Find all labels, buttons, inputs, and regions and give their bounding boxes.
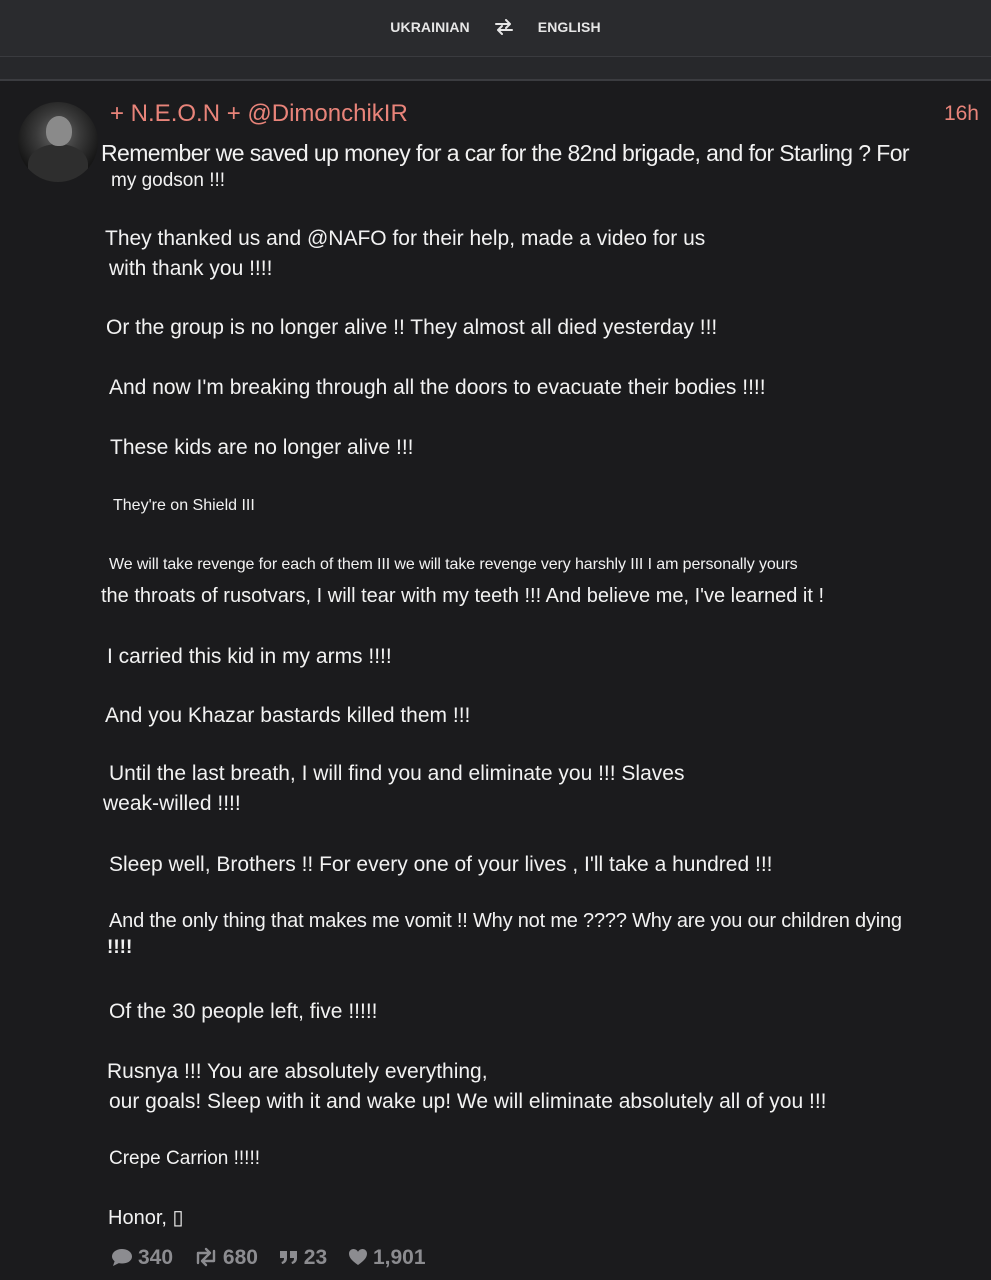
post-text-line: weak-willed !!!! — [103, 792, 241, 815]
author-name[interactable]: + N.E.O.N + @DimonchikIR — [110, 100, 408, 128]
post-text-line: Rusnya !!! You are absolutely everything… — [107, 1060, 488, 1083]
post-stats: 340 680 23 1,901 — [110, 1246, 440, 1270]
post-text-line: They thanked us and @NAFO for their help… — [105, 227, 706, 250]
target-language[interactable]: ENGLISH — [538, 19, 601, 35]
source-language[interactable]: UKRAINIAN — [390, 19, 469, 35]
comments-stat[interactable]: 340 — [110, 1246, 173, 1270]
divider-band — [0, 57, 991, 81]
post-text-line: And you Khazar bastards killed them !!! — [105, 704, 471, 727]
post-text-line: our goals! Sleep with it and wake up! We… — [109, 1090, 827, 1113]
post-text-line: Honor, ▯ — [108, 1207, 184, 1229]
comments-count: 340 — [138, 1246, 174, 1269]
quotes-count: 23 — [303, 1246, 328, 1269]
post-text-line: Until the last breath, I will find you a… — [109, 762, 685, 785]
repost-icon — [196, 1247, 216, 1267]
translation-bar: UKRAINIAN ENGLISH — [0, 0, 991, 57]
quote-icon — [279, 1251, 297, 1264]
post-text-line: These kids are no longer alive !!! — [110, 436, 414, 459]
post-text-line: !!!! — [107, 937, 133, 958]
post-text-line: I carried this kid in my arms !!!! — [107, 645, 392, 668]
post-text-line: Of the 30 people left, five !!!!! — [109, 1000, 378, 1023]
post-text-line: Crepe Carrion !!!!! — [109, 1148, 260, 1169]
post-text-line: with thank you !!!! — [109, 257, 273, 280]
language-switcher: UKRAINIAN ENGLISH — [0, 18, 991, 36]
post-text-line: We will take revenge for each of them II… — [109, 556, 798, 573]
reposts-count: 680 — [222, 1246, 258, 1269]
reposts-stat[interactable]: 680 — [193, 1246, 258, 1270]
post-text-line: They're on Shield III — [113, 497, 255, 514]
swap-arrows-icon[interactable] — [494, 19, 514, 36]
post-text-line: Or the group is no longer alive !! They … — [106, 316, 718, 339]
heart-icon — [348, 1249, 367, 1265]
post-text-line: And now I'm breaking through all the doo… — [109, 376, 766, 399]
avatar[interactable] — [18, 102, 98, 182]
post-timestamp[interactable]: 16h — [944, 102, 979, 126]
post-text-line: And the only thing that makes me vomit !… — [109, 910, 902, 932]
quotes-stat[interactable]: 23 — [278, 1246, 327, 1270]
post-text-line: the throats of rusotvars, I will tear wi… — [101, 585, 825, 607]
comment-bubble-icon — [112, 1249, 132, 1266]
post-text-line: Remember we saved up money for a car for… — [101, 140, 910, 166]
likes-stat[interactable]: 1,901 — [347, 1246, 426, 1270]
post-text-line: my godson !!! — [111, 170, 226, 191]
post-text-line: Sleep well, Brothers !! For every one of… — [109, 853, 773, 876]
likes-count: 1,901 — [372, 1246, 426, 1269]
